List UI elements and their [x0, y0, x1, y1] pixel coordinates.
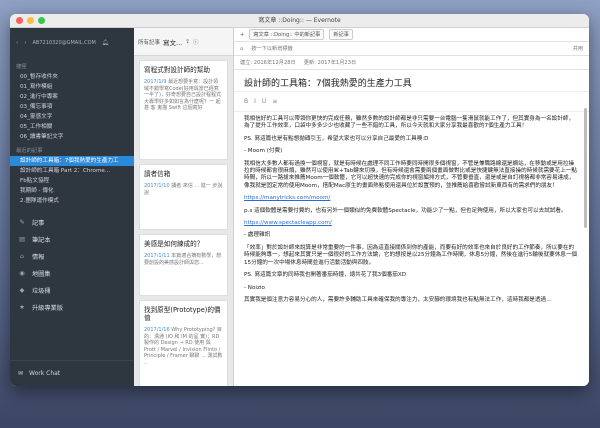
- nav-label: 情報: [32, 254, 45, 261]
- editor-meta-bar: ⌂ 按一下以新增標籤 共用: [234, 42, 589, 56]
- note-card[interactable]: 美感是如何練成的？ 2017/1/11 本篇適合摘有數學，想要創設的美感設計師與…: [139, 234, 228, 296]
- paragraph: 我相信大多數人都有過換一個視窗，就是有時候在處理不同工作時要同時開很多個視窗，不…: [244, 160, 578, 189]
- note-dates: 建立: 2016年12月28日 更新: 2017年1月23日: [234, 56, 589, 70]
- paragraph: 我相信好的工具可以帶領你更快的完成任務，雖然多數的設計師都是非只需要一台電腦一隻…: [244, 116, 575, 130]
- section-heading: - 處理雜訊: [244, 232, 271, 239]
- shortcut-item[interactable]: 05_工作相關: [10, 122, 134, 132]
- minimize-window-button[interactable]: [27, 17, 34, 24]
- tag-icon: ⌂: [240, 45, 244, 52]
- format-bold-icon[interactable]: B: [244, 98, 248, 105]
- evernote-window: 寫文章 ::Doing:: — Evernote ‹ › AB7210320@G…: [10, 14, 589, 386]
- note-card-snippet: Why Prototyping? 目的：溝通 (IO 和 IM 的呈 實)；RD…: [144, 327, 223, 366]
- nav-label: 記事: [32, 220, 45, 227]
- nav-notes[interactable]: ✎ 記事: [10, 214, 134, 231]
- shortcut-item[interactable]: 01_寫作模組: [10, 82, 134, 92]
- note-list: 所有記事 寫文... ⇪ ⓘ 寫程式對設計師的幫助 2017/1/9 最近想要手…: [134, 28, 234, 386]
- work-chat-label: Work Chat: [29, 370, 61, 377]
- paragraph: 「效率」對於設計師來說算是非常重要的一件事，因為這直接關係到你的產能，而要有好的…: [244, 244, 578, 266]
- note-card-title: 找到原型(Prototype)的價值: [144, 306, 221, 322]
- plus-icon[interactable]: +: [240, 32, 244, 38]
- list-icon[interactable]: ≡: [272, 98, 277, 105]
- chat-icon: ✉: [18, 370, 24, 377]
- nav-label: 垃圾桶: [32, 288, 51, 295]
- format-italic-icon[interactable]: I: [254, 98, 256, 105]
- note-card-date: 2017/1/16: [144, 327, 170, 333]
- note-card-title: 美感是如何練成的？: [144, 240, 204, 248]
- recent-note-item[interactable]: 我期師 - 傳化: [10, 186, 134, 196]
- star-icon: ★: [19, 304, 25, 311]
- link[interactable]: https://www.spectacleapp.com/: [244, 220, 579, 227]
- info-icon[interactable]: ⓘ: [193, 38, 199, 46]
- recent-notes-heading: 最近的記事: [16, 148, 43, 154]
- paragraph: PS. 寫這篇文章的同時我也開著番茄時鐘，總共花了我3個番茄XD: [244, 272, 407, 279]
- shortcut-item[interactable]: 04_靈感文字: [10, 112, 134, 122]
- nav-trash[interactable]: ◆ 垃圾桶: [10, 282, 134, 299]
- account-email[interactable]: AB7210320@GMAIL.COM: [33, 40, 96, 46]
- home-icon: ⌂: [20, 253, 24, 260]
- share-icon[interactable]: ⇪: [185, 39, 190, 45]
- work-chat-button[interactable]: ✉ Work Chat: [10, 360, 134, 386]
- nav-info[interactable]: ⌂ 情報: [10, 248, 134, 265]
- nav-upgrade[interactable]: ★ 升級專業版: [10, 299, 134, 316]
- paragraph: 其實我是個注意力容易分心的人，需要許多輔助工具來確保我的專注力，太安靜的環境我也…: [244, 296, 552, 303]
- new-note-button[interactable]: 新記事: [329, 29, 353, 40]
- back-arrow-icon[interactable]: ‹: [16, 40, 18, 46]
- shortcut-item[interactable]: 06_讀書筆記文字: [10, 132, 134, 142]
- nav-label: 升級專業版: [32, 305, 63, 312]
- paragraph: PS. 寫這篇也是有點想拋磚引玉，希望大家也可以分享自己最愛的工具噢:D: [244, 135, 429, 142]
- note-card-title: 寫程式對設計師的幫助: [144, 66, 210, 74]
- sidebar: ‹ › AB7210320@GMAIL.COM 🔔︎ 捷徑 00_暫存收件夾 0…: [10, 28, 134, 386]
- note-list-header: 所有記事 寫文... ⇪ ⓘ: [134, 28, 233, 56]
- created-date: 建立: 2016年12月28日: [240, 60, 296, 66]
- note-editor: + 寫文章 ::Doing:: 中的新記事 新記事 ⌂ 按一下以新增標籤 共用 …: [234, 28, 589, 386]
- bell-icon[interactable]: 🔔︎: [102, 40, 109, 46]
- notebook-selector[interactable]: 寫文章 ::Doing:: 中的新記事: [249, 29, 325, 40]
- link[interactable]: https://manytricks.com/moom/: [244, 195, 579, 202]
- sidebar-header: ‹ › AB7210320@GMAIL.COM 🔔︎: [10, 28, 134, 58]
- note-card-title: 讀者信箱: [144, 170, 171, 178]
- shortcut-item[interactable]: 03_備忘事項: [10, 102, 134, 112]
- nav-label: 筆記本: [32, 237, 51, 244]
- notebook-name[interactable]: 寫文...: [163, 37, 182, 47]
- map-icon: ◉: [19, 270, 25, 277]
- format-toolbar: B I U ≡: [234, 92, 589, 112]
- editor-topbar: + 寫文章 ::Doing:: 中的新記事 新記事: [234, 28, 589, 42]
- note-card-date: 2017/1/11: [144, 253, 170, 259]
- tag-input[interactable]: 按一下以新增標籤: [251, 45, 293, 52]
- note-card-date: 2017/1/10: [144, 183, 170, 189]
- note-card-date: 2017/1/9: [144, 79, 167, 85]
- close-window-button[interactable]: [16, 17, 23, 24]
- recent-note-item[interactable]: 2.團隊運作模式: [10, 196, 134, 206]
- note-body[interactable]: 我相信好的工具可以帶領你更快的完成任務，雖然多數的設計師都是非只需要一台電腦一隻…: [234, 112, 589, 313]
- section-heading: - Moom (付費): [244, 148, 283, 155]
- note-card[interactable]: 找到原型(Prototype)的價值 2017/1/16 Why Prototy…: [139, 300, 228, 386]
- shortcut-item[interactable]: 00_暫存收件夾: [10, 72, 134, 82]
- forward-arrow-icon[interactable]: ›: [24, 40, 26, 46]
- recent-note-item-selected[interactable]: 設計師的工具箱：7個我熱愛的生產力工: [10, 156, 134, 166]
- updated-date: 更新: 2017年1月23日: [303, 60, 357, 66]
- notebook-icon: ▤: [19, 236, 25, 243]
- nav-atlas[interactable]: ◉ 地圖集: [10, 265, 134, 282]
- window-title: 寫文章 ::Doing:: — Evernote: [258, 17, 341, 24]
- shortcuts-heading: 捷徑: [16, 64, 27, 70]
- shortcut-item[interactable]: 02_進行中專案: [10, 92, 134, 102]
- nav-notebooks[interactable]: ▤ 筆記本: [10, 231, 134, 248]
- note-icon: ✎: [19, 219, 25, 226]
- filter-dropdown[interactable]: 所有記事: [138, 38, 160, 46]
- note-card[interactable]: 寫程式對設計師的幫助 2017/1/9 最近想要手寫：設計領域不錯學寫Code(…: [139, 60, 228, 160]
- section-heading: - Noizio: [244, 284, 265, 291]
- note-title[interactable]: 設計師的工具箱：7個我熱愛的生產力工具: [234, 70, 589, 92]
- scrollbar[interactable]: [584, 108, 587, 228]
- recent-note-item[interactable]: Fb貼文協程: [10, 176, 134, 186]
- window-controls: [16, 17, 45, 24]
- note-card[interactable]: 讀者信箱 2017/1/10 讀者 來信 ... 進一 步說說: [139, 164, 228, 230]
- paragraph: p.s 這個軟體是需要付費的，也有另外一個類似的免費軟體Spectacle，功能…: [244, 207, 567, 214]
- trash-icon: ◆: [19, 287, 25, 294]
- share-button[interactable]: 共用: [573, 45, 583, 52]
- nav-label: 地圖集: [32, 271, 51, 278]
- window-titlebar: 寫文章 ::Doing:: — Evernote: [10, 14, 589, 28]
- format-underline-icon[interactable]: U: [262, 98, 266, 105]
- recent-note-item[interactable]: 設計師的工具箱 Part 2：Chrome...: [10, 166, 134, 176]
- zoom-window-button[interactable]: [38, 17, 45, 24]
